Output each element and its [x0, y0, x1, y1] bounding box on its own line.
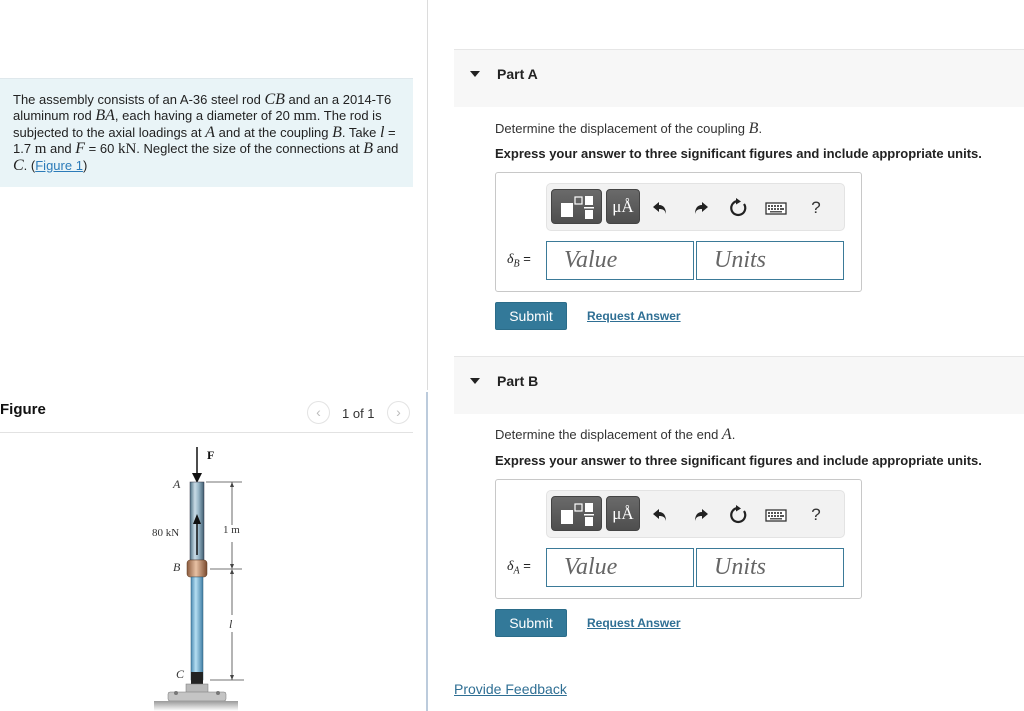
fraction-template-icon	[561, 196, 594, 219]
help-button[interactable]: ?	[805, 504, 827, 526]
problem-math-variable: A	[205, 123, 216, 141]
part-b-instruction: Express your answer to three significant…	[495, 453, 982, 468]
part-a-question: Determine the displacement of the coupli…	[495, 120, 763, 137]
problem-math-variable: F	[75, 140, 86, 158]
part-b-request-answer-link[interactable]: Request Answer	[587, 616, 681, 630]
part-b-submit-button[interactable]: Submit	[495, 609, 567, 637]
part-a-units-input[interactable]: Units	[696, 241, 844, 280]
length-bc-label: l	[229, 617, 233, 631]
column-resize-handle[interactable]	[426, 392, 428, 711]
force-label: F	[207, 448, 214, 462]
problem-math-unit: m	[34, 141, 47, 158]
chevron-left-icon: ‹	[316, 404, 321, 420]
figure-diagram: F A 80 kN B C 1 m l	[152, 447, 244, 711]
column-divider	[427, 0, 428, 390]
part-b-header[interactable]: Part B	[454, 356, 1024, 414]
templates-button[interactable]	[551, 496, 602, 531]
problem-statement: The assembly consists of an A-36 steel r…	[0, 78, 413, 187]
problem-math-variable: B	[363, 140, 373, 158]
problem-math-variable: BA	[95, 107, 115, 125]
keyboard-icon[interactable]	[765, 504, 787, 526]
part-b-title: Part B	[497, 373, 539, 389]
part-b-units-input[interactable]: Units	[696, 548, 844, 587]
steel-rod	[190, 576, 204, 681]
delta-a-label: δA =	[507, 558, 531, 577]
part-a-instruction: Express your answer to three significant…	[495, 146, 982, 161]
problem-math-variable: C	[13, 156, 24, 174]
point-c-label: C	[176, 667, 185, 681]
point-a-label: A	[172, 477, 181, 491]
length-ab-label: 1 m	[223, 524, 240, 536]
problem-math-unit: mm	[293, 108, 317, 125]
problem-panel: The assembly consists of an A-36 steel r…	[0, 0, 427, 711]
problem-text: and	[46, 141, 76, 157]
math-toolbar: μÅ ?	[546, 490, 845, 538]
units-button[interactable]: μÅ	[606, 496, 640, 531]
problem-math-unit: kN	[117, 141, 137, 158]
problem-text: and at the coupling	[215, 124, 333, 140]
load-label: 80 kN	[152, 527, 179, 539]
fraction-template-icon	[561, 503, 594, 526]
redo-icon[interactable]	[689, 197, 711, 219]
part-a-header[interactable]: Part A	[454, 49, 1024, 107]
part-a-answer-box: μÅ ? δB = Value Units	[495, 172, 862, 292]
problem-text: )	[82, 157, 88, 173]
figure-link[interactable]: Figure 1	[35, 158, 83, 173]
delta-b-label: δB =	[507, 251, 531, 270]
problem-text: . Neglect the size of the connections at	[136, 141, 364, 157]
undo-icon[interactable]	[650, 197, 672, 219]
part-a-request-answer-link[interactable]: Request Answer	[587, 309, 681, 323]
problem-math-variable: B	[332, 123, 342, 141]
problem-text: . (	[23, 157, 36, 173]
provide-feedback-link[interactable]: Provide Feedback	[454, 681, 567, 697]
problem-text: , each having a diameter of 20	[114, 108, 294, 124]
reset-icon[interactable]	[727, 197, 749, 219]
part-b-question: Determine the displacement of the end A.	[495, 426, 736, 443]
figure-header: Figure ‹ 1 of 1 ›	[0, 396, 413, 433]
problem-text: and	[373, 141, 399, 157]
part-a-submit-button[interactable]: Submit	[495, 302, 567, 330]
problem-text: . Take	[341, 124, 380, 140]
figure-title: Figure	[0, 401, 46, 418]
previous-figure-button[interactable]: ‹	[307, 401, 330, 424]
undo-icon[interactable]	[650, 504, 672, 526]
coupling	[186, 559, 208, 578]
reset-icon[interactable]	[727, 504, 749, 526]
force-arrow	[192, 447, 202, 483]
caret-down-icon	[470, 378, 480, 384]
chevron-right-icon: ›	[396, 404, 401, 420]
part-a-title: Part A	[497, 66, 538, 82]
dimension-lines	[206, 481, 244, 681]
part-b-answer-box: μÅ ? δA = Value Units	[495, 479, 862, 599]
problem-math-variable: CB	[264, 91, 285, 108]
units-button[interactable]: μÅ	[606, 189, 640, 224]
base-support	[154, 683, 238, 711]
caret-down-icon	[470, 71, 480, 77]
figure-pager-text: 1 of 1	[342, 406, 375, 421]
part-a-value-input[interactable]: Value	[546, 241, 694, 280]
math-toolbar: μÅ ?	[546, 183, 845, 231]
problem-text: The assembly consists of an A-36 steel r…	[13, 92, 265, 107]
part-b-value-input[interactable]: Value	[546, 548, 694, 587]
help-button[interactable]: ?	[805, 197, 827, 219]
templates-button[interactable]	[551, 189, 602, 224]
point-b-label: B	[173, 560, 181, 574]
next-figure-button[interactable]: ›	[387, 401, 410, 424]
problem-text: = 60	[85, 141, 118, 157]
redo-icon[interactable]	[689, 504, 711, 526]
keyboard-icon[interactable]	[765, 197, 787, 219]
